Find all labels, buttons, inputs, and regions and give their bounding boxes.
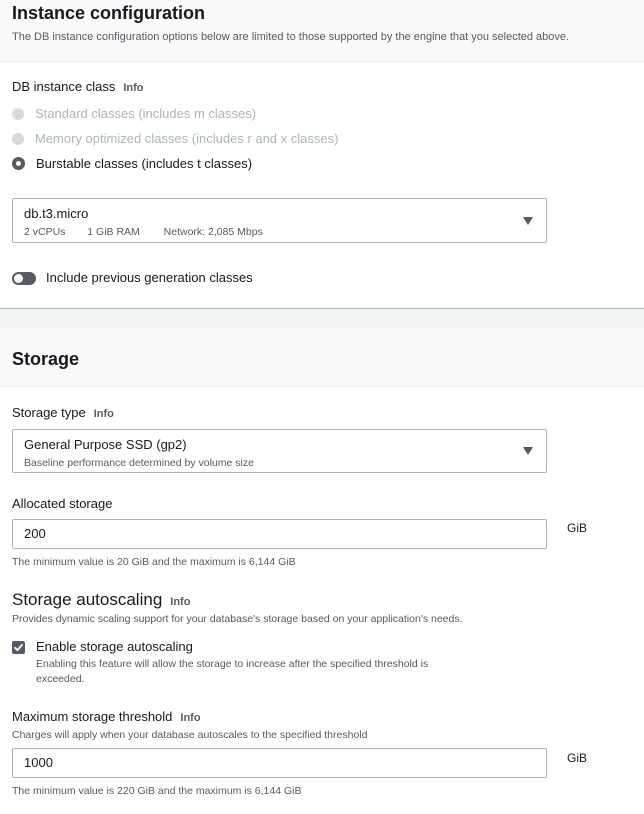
- db-instance-class-label: DB instance class Info: [12, 78, 144, 97]
- radio-memory-optimized-classes-control[interactable]: [12, 132, 24, 145]
- radio-memory-optimized-classes-label: Memory optimized classes (includes r and…: [35, 131, 339, 146]
- allocated-storage-hint: The minimum value is 20 GiB and the maxi…: [12, 556, 296, 568]
- max-storage-threshold-unit: GiB: [567, 751, 588, 765]
- radio-burstable-classes-label: Burstable classes (includes t classes): [36, 156, 253, 171]
- instance-configuration-description: The DB instance configuration options be…: [12, 31, 570, 43]
- section-divider: [0, 308, 644, 328]
- radio-burstable-classes-control[interactable]: [12, 157, 25, 170]
- allocated-storage-unit: GiB: [567, 521, 588, 535]
- instance-ram: 1 GiB RAM: [87, 226, 140, 238]
- radio-memory-optimized-classes[interactable]: Memory optimized classes (includes r and…: [12, 126, 338, 151]
- radio-standard-classes-label: Standard classes (includes m classes): [35, 106, 257, 121]
- storage-autoscaling-title: Storage autoscaling: [12, 590, 163, 609]
- instance-configuration-header: Instance configuration The DB instance c…: [0, 0, 644, 62]
- allocated-storage-label: Allocated storage: [12, 496, 113, 511]
- chevron-down-icon: [523, 447, 533, 455]
- storage-type-info-link[interactable]: Info: [94, 408, 114, 420]
- max-storage-threshold-label-text: Maximum storage threshold: [12, 709, 173, 724]
- instance-configuration-title: Instance configuration: [12, 3, 206, 23]
- instance-class-select-specs: 2 vCPUs 1 GiB RAM Network: 2,085 Mbps: [24, 225, 535, 239]
- allocated-storage-input[interactable]: 200: [12, 519, 547, 549]
- db-instance-class-label-text: DB instance class: [12, 79, 116, 94]
- db-instance-class-radio-group: Standard classes (includes m classes) Me…: [12, 101, 338, 176]
- enable-autoscaling-checkbox[interactable]: [12, 641, 25, 654]
- storage-type-select[interactable]: General Purpose SSD (gp2) Baseline perfo…: [12, 429, 547, 473]
- radio-standard-classes-control[interactable]: [12, 107, 24, 120]
- chevron-down-icon: [523, 216, 533, 225]
- storage-header: Storage: [0, 328, 644, 387]
- previous-generation-label: Include previous generation classes: [46, 270, 253, 285]
- enable-autoscaling-label: Enable storage autoscaling: [36, 639, 193, 654]
- storage-type-select-description: Baseline performance determined by volum…: [24, 457, 254, 469]
- storage-type-select-value: General Purpose SSD (gp2): [24, 437, 187, 452]
- storage-autoscaling-heading: Storage autoscaling Info: [12, 590, 190, 610]
- rds-create-database-form: Instance configuration The DB instance c…: [0, 0, 644, 814]
- radio-burstable-classes[interactable]: Burstable classes (includes t classes): [12, 151, 338, 176]
- db-instance-class-info-link[interactable]: Info: [123, 82, 143, 94]
- instance-vcpus: 2 vCPUs: [24, 226, 66, 238]
- instance-class-select[interactable]: db.t3.micro 2 vCPUs 1 GiB RAM Network: 2…: [12, 198, 547, 243]
- storage-autoscaling-info-link[interactable]: Info: [170, 596, 190, 608]
- max-storage-threshold-hint: The minimum value is 220 GiB and the max…: [12, 785, 302, 797]
- max-storage-threshold-info-link[interactable]: Info: [180, 712, 200, 724]
- storage-title: Storage: [12, 349, 80, 369]
- storage-type-label: Storage type Info: [12, 404, 114, 423]
- max-storage-threshold-input[interactable]: 1000: [12, 748, 547, 778]
- enable-autoscaling-description-line2: exceeded.: [36, 673, 85, 685]
- toggle-knob: [14, 274, 23, 283]
- enable-autoscaling-description-line1: Enabling this feature will allow the sto…: [36, 658, 429, 670]
- instance-class-select-value: db.t3.micro: [24, 206, 89, 221]
- max-storage-threshold-description: Charges will apply when your database au…: [12, 729, 368, 741]
- storage-type-label-text: Storage type: [12, 405, 86, 420]
- previous-generation-toggle[interactable]: [12, 272, 36, 285]
- checkmark-icon: [14, 643, 23, 652]
- max-storage-threshold-label: Maximum storage threshold Info: [12, 708, 201, 727]
- instance-network: Network: 2,085 Mbps: [163, 226, 263, 238]
- radio-standard-classes[interactable]: Standard classes (includes m classes): [12, 101, 338, 126]
- enable-autoscaling-description: Enabling this feature will allow the sto…: [36, 657, 428, 687]
- storage-autoscaling-description: Provides dynamic scaling support for you…: [12, 613, 463, 625]
